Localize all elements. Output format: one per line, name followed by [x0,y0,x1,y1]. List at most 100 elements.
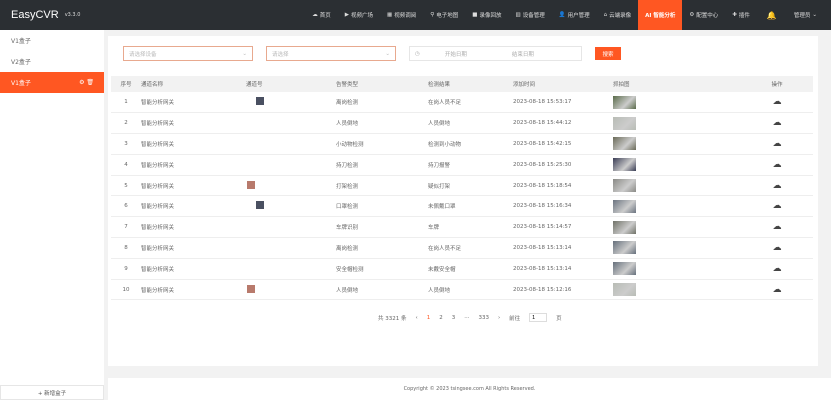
table-row: 3 智能分析网关 小动物检测 检测到小动物 2023-08-18 15:42:1… [111,133,813,155]
sidebar-item[interactable]: V1盒子 ⚙ 🗑 [0,72,104,93]
device-select[interactable]: 请选择设备 ⌄ [123,46,253,61]
nav-item[interactable]: ▶ 视频广场 [338,0,380,30]
bell-button[interactable]: 🔔 [757,0,787,30]
add-time: 2023-08-18 15:18:54 [513,175,613,197]
nav-item[interactable]: ✚ 插件 [725,0,757,30]
page-button[interactable]: 2 [439,315,443,321]
alarm-type: 安全帽检测 [336,258,428,280]
add-time: 2023-08-18 15:12:16 [513,279,613,301]
channel-name: 智能分析网关 [141,112,246,135]
channel-name: 智能分析网关 [141,258,246,280]
snapshot-thumbnail[interactable] [613,241,636,255]
nav-item[interactable]: ⚙ 配置中心 [682,0,725,30]
row-number: 7 [111,216,141,239]
trash-icon[interactable]: 🗑 [86,79,94,86]
channel-id [246,195,336,218]
nav-item[interactable]: ⚲ 电子地图 [423,0,465,30]
add-box-button[interactable]: + 新增盒子 [0,385,104,400]
nav-item[interactable]: ■ 录像回放 [465,0,508,30]
nav-label: 视频调阅 [394,13,417,19]
sidebar: V1盒子 V2盒子 V1盒子 ⚙ 🗑 + 新增盒子 [0,30,104,400]
alarm-type: 车牌识别 [336,216,428,239]
row-number: 1 [111,92,141,114]
cloud-download-icon[interactable]: ☁ [773,222,782,232]
table-row: 5 智能分析网关 打架检测 疑似打架 2023-08-18 15:18:54 ☁ [111,175,813,197]
table-row: 2 智能分析网关 人员倒地 人员倒地 2023-08-18 15:44:12 ☁ [111,112,813,135]
table-row: 1 智能分析网关 离岗检测 在岗人员不足 2023-08-18 15:53:17… [111,92,813,114]
sidebar-item[interactable]: V1盒子 [0,30,104,51]
row-number: 10 [111,279,141,301]
search-button[interactable]: 搜索 [595,47,621,60]
snapshot-cell [613,258,741,280]
top-header: EasyCVR v3.3.0 ☁ 首页 ▶ 视频广场 ▦ 视频调阅 ⚲ 电子地图 ■ 录像回放 ▥ 设… [0,0,831,30]
cloud-download-icon[interactable]: ☁ [773,264,782,274]
cloud-download-icon[interactable]: ☁ [773,139,782,149]
sidebar-item-label: V1盒子 [11,38,31,45]
nav-label: 用户管理 [567,13,590,19]
snapshot-thumbnail[interactable] [613,283,636,297]
nav-item[interactable]: 👤 用户管理 [552,0,597,30]
start-date-input[interactable]: 开始日期 [445,50,467,58]
page-button[interactable]: 3 [452,315,456,321]
next-page-button[interactable]: › [498,315,500,321]
pagination: 共 3321 条 ‹ 1 2 3 ··· 333 › 前往 页 [378,313,562,322]
nav-item[interactable]: ☁ 首页 [305,0,338,30]
page-button[interactable]: 1 [427,315,431,321]
snapshot-cell [613,133,741,155]
download-cell: ☁ [741,237,813,259]
row-number: 8 [111,237,141,259]
gear-icon[interactable]: ⚙ [79,79,84,86]
snapshot-cell [613,154,741,176]
page-button[interactable]: 333 [478,315,489,321]
date-range-picker[interactable]: ◷ 开始日期 结束日期 [409,46,582,61]
nav-item[interactable]: ⌂ 云端录像 [597,0,639,30]
alarm-type: 离岗检测 [336,237,428,259]
detect-result: 在岗人员不足 [428,92,513,114]
nav-item[interactable]: ▥ 设备管理 [509,0,552,30]
cloud-icon: ☁ [312,12,318,18]
end-date-input[interactable]: 结束日期 [512,50,534,58]
sidebar-item[interactable]: V2盒子 [0,51,104,72]
page-button[interactable]: ··· [464,315,469,321]
channel-name: 智能分析网关 [141,237,246,259]
cloud-download-icon[interactable]: ☁ [773,97,782,107]
cloud-download-icon[interactable]: ☁ [773,118,782,128]
nav-item[interactable]: AI 智能分析 [638,0,683,30]
nav-item[interactable]: ▦ 视频调阅 [380,0,423,30]
cloud-download-icon[interactable]: ☁ [773,243,782,253]
alarm-type: 人员倒地 [336,279,428,301]
alarm-type: 离岗检测 [336,92,428,114]
cloud-download-icon[interactable]: ☁ [773,181,782,191]
channel-id [246,237,336,259]
main-card: 请选择设备 ⌄ 请选择 ⌄ ◷ 开始日期 结束日期 搜索 序号 通道名称 通道号 告警类型 检测… [108,36,818,366]
add-time: 2023-08-18 15:42:15 [513,133,613,155]
channel-marker [247,284,255,293]
add-time: 2023-08-18 15:13:14 [513,258,613,280]
snapshot-thumbnail[interactable] [613,199,636,213]
snapshot-thumbnail[interactable] [613,220,636,234]
add-time: 2023-08-18 15:13:14 [513,237,613,259]
snapshot-thumbnail[interactable] [613,158,636,172]
prev-page-button[interactable]: ‹ [416,315,418,321]
alarm-table: 序号 通道名称 通道号 告警类型 检测结果 添加时间 抓拍图 操作 1 智能分析网关 离岗检测… [111,76,813,301]
page-input[interactable] [529,313,548,322]
channel-id [246,175,336,197]
snapshot-thumbnail[interactable] [613,179,636,193]
snapshot-thumbnail[interactable] [613,137,636,151]
user-menu[interactable]: 管理员 ⌄ [787,0,831,30]
row-number: 3 [111,133,141,155]
table-row: 6 智能分析网关 口罩检测 未佩戴口罩 2023-08-18 15:16:34 … [111,195,813,218]
cloud-download-icon[interactable]: ☁ [773,285,782,295]
snapshot-thumbnail[interactable] [613,116,636,130]
logo: EasyCVR [11,9,59,21]
snapshot-thumbnail[interactable] [613,95,636,109]
snapshot-thumbnail[interactable] [613,262,636,276]
cloud-download-icon[interactable]: ☁ [773,201,782,211]
detect-result: 人员倒地 [428,279,513,301]
add-time: 2023-08-18 15:53:17 [513,92,613,114]
cloud-download-icon[interactable]: ☁ [773,160,782,170]
table-row: 4 智能分析网关 持刀检测 持刀报警 2023-08-18 15:25:30 ☁ [111,154,813,176]
sidebar-item-label: V2盒子 [11,59,31,66]
download-cell: ☁ [741,154,813,176]
type-select[interactable]: 请选择 ⌄ [266,46,396,61]
